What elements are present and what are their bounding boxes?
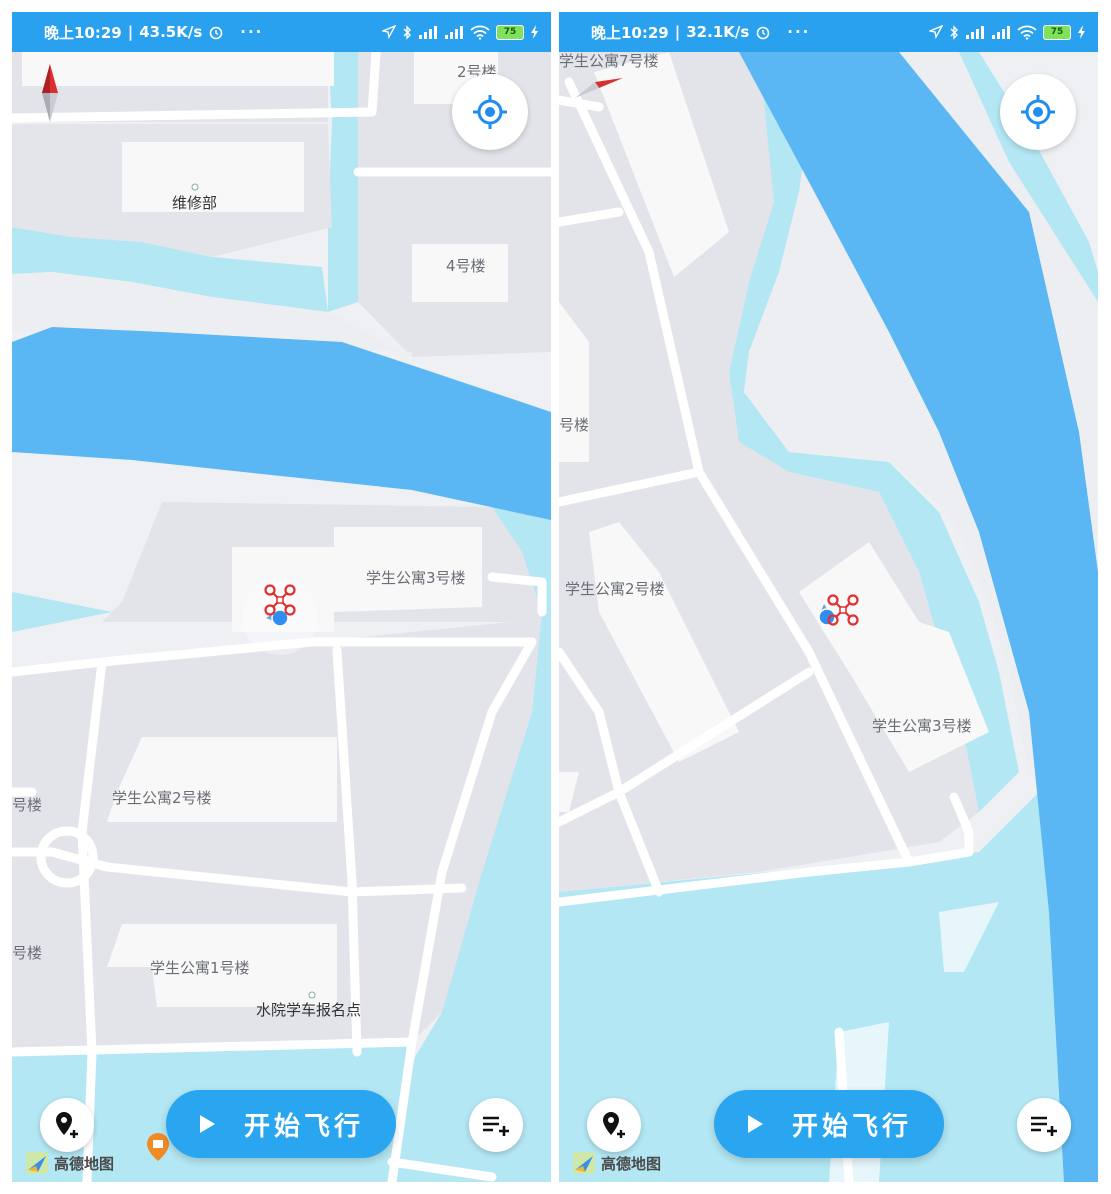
locate-crosshair-icon bbox=[473, 95, 507, 129]
status-time: 晚上10:29 bbox=[44, 23, 122, 42]
status-bar: 晚上10:29 | 43.5K/s ··· 75 bbox=[12, 12, 551, 52]
map-label-dorm3: 学生公寓3号楼 bbox=[872, 717, 972, 735]
map-label-dorm3: 学生公寓3号楼 bbox=[366, 569, 466, 587]
start-flight-button[interactable]: 开始飞行 bbox=[166, 1090, 396, 1158]
status-bar: 晚上10:29 | 32.1K/s ··· 75 bbox=[559, 12, 1098, 52]
signal-hd-icon bbox=[445, 26, 463, 39]
status-net-speed: 43.5K/s bbox=[139, 23, 203, 41]
wifi-icon bbox=[470, 25, 490, 40]
drone-icon bbox=[264, 584, 296, 616]
drone-icon bbox=[827, 594, 859, 626]
map-label-edge: 号楼 bbox=[559, 416, 590, 434]
map-label-dorm2: 学生公寓2号楼 bbox=[112, 789, 212, 807]
list-add-icon bbox=[1031, 1116, 1057, 1136]
signal-hd-icon bbox=[992, 26, 1010, 39]
map-label-dorm7: 学生公寓7号楼 bbox=[559, 52, 659, 70]
signal-icon bbox=[419, 26, 437, 39]
amap-logo-icon bbox=[26, 1152, 48, 1174]
locate-button[interactable] bbox=[452, 74, 528, 150]
alarm-icon bbox=[209, 26, 223, 40]
restaurant-poi-icon bbox=[147, 1133, 169, 1161]
status-time: 晚上10:29 bbox=[591, 23, 669, 42]
amap-logo-text: 高德地图 bbox=[601, 1154, 662, 1173]
alarm-icon bbox=[756, 26, 770, 40]
play-icon bbox=[747, 1115, 763, 1133]
map-view-left[interactable]: 晚上10:29 | 43.5K/s ··· 75 2号楼 维修部 4号楼 学生公… bbox=[12, 12, 551, 1182]
status-more-dots: ··· bbox=[787, 23, 811, 41]
battery-indicator: 75 bbox=[1043, 24, 1071, 40]
bluetooth-icon bbox=[403, 24, 411, 40]
start-flight-button[interactable]: 开始飞行 bbox=[714, 1090, 944, 1158]
map-label-repair: 维修部 bbox=[172, 194, 218, 212]
amap-logo-text: 高德地图 bbox=[54, 1154, 115, 1173]
map-pin-plus-icon bbox=[603, 1112, 625, 1138]
list-add-icon bbox=[483, 1116, 509, 1136]
map-label-school: 水院学车报名点 bbox=[256, 1001, 362, 1019]
location-arrow-icon bbox=[929, 25, 943, 39]
status-net-speed: 32.1K/s bbox=[686, 23, 750, 41]
charging-icon bbox=[1078, 25, 1085, 39]
compass-needle-icon bbox=[42, 64, 58, 122]
signal-icon bbox=[966, 26, 984, 39]
amap-logo: 高德地图 bbox=[571, 1150, 661, 1176]
wifi-icon bbox=[1017, 25, 1037, 40]
map-pin-plus-icon bbox=[56, 1112, 78, 1138]
locate-button[interactable] bbox=[1000, 74, 1076, 150]
battery-indicator: 75 bbox=[496, 24, 524, 40]
map-view-right[interactable]: 晚上10:29 | 32.1K/s ··· 75 学生公寓7号楼 号楼 学生公寓… bbox=[559, 12, 1098, 1182]
add-waypoint-button[interactable] bbox=[40, 1098, 94, 1152]
location-arrow-icon bbox=[382, 25, 396, 39]
waypoint-list-button[interactable] bbox=[1017, 1098, 1071, 1152]
bluetooth-icon bbox=[950, 24, 958, 40]
start-flight-label: 开始飞行 bbox=[791, 1111, 912, 1142]
compass-needle-icon bbox=[575, 78, 623, 98]
waypoint-list-button[interactable] bbox=[469, 1098, 523, 1152]
charging-icon bbox=[531, 25, 538, 39]
start-flight-label: 开始飞行 bbox=[243, 1111, 364, 1142]
add-waypoint-button[interactable] bbox=[587, 1098, 641, 1152]
locate-crosshair-icon bbox=[1021, 95, 1055, 129]
amap-logo-icon bbox=[573, 1152, 595, 1174]
map-label-edge1: 号楼 bbox=[12, 796, 43, 814]
status-more-dots: ··· bbox=[240, 23, 264, 41]
play-icon bbox=[199, 1115, 215, 1133]
map-label-dorm1: 学生公寓1号楼 bbox=[150, 959, 250, 977]
map-label-bldg4: 4号楼 bbox=[446, 257, 486, 275]
map-label-dorm2: 学生公寓2号楼 bbox=[565, 580, 665, 598]
map-label-edge2: 号楼 bbox=[12, 944, 43, 962]
amap-logo: 高德地图 bbox=[24, 1150, 114, 1176]
